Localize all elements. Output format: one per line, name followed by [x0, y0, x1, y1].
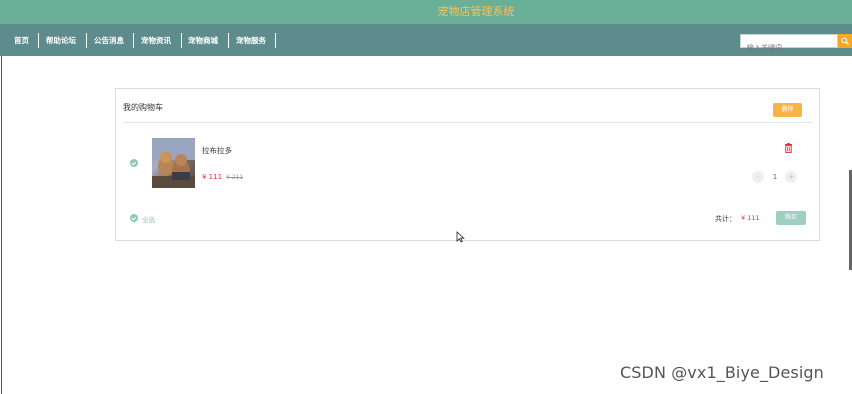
nav-item-pet-news[interactable]: 宠物资讯: [141, 35, 171, 47]
search-icon: [841, 37, 849, 45]
search-input[interactable]: [741, 42, 837, 54]
nav-separator: [181, 33, 182, 48]
total-label: 共计：: [715, 215, 736, 223]
buy-button[interactable]: 购买: [776, 211, 806, 225]
watermark: CSDN @vx1_Biye_Design: [620, 363, 824, 382]
nav-separator: [275, 33, 276, 48]
nav-item-pet-mall[interactable]: 宠物商城: [188, 35, 218, 47]
nav-item-forum[interactable]: 帮助论坛: [46, 35, 76, 47]
title-bar: 宠物店管理系统: [0, 0, 852, 24]
select-all-checkbox[interactable]: [130, 214, 138, 222]
mouse-pointer-icon: [456, 231, 465, 243]
search-field: [740, 34, 838, 54]
quantity-value: 1: [772, 173, 778, 181]
item-checkbox[interactable]: [130, 159, 138, 167]
main-nav: 首页 帮助论坛 公告消息 宠物资讯 宠物商城 宠物服务: [0, 24, 852, 56]
divider: [123, 122, 813, 123]
shopping-cart-panel: 我的购物车 删除 拉布拉多 ¥ 111 ¥ 211 - 1 + 全选 共计： ¥…: [115, 88, 820, 241]
original-price: ¥ 211: [226, 174, 244, 181]
total-value: ¥ 111: [741, 214, 760, 222]
nav-separator: [86, 33, 87, 48]
nav-separator: [38, 33, 39, 48]
quantity-increase-button[interactable]: +: [785, 171, 797, 183]
nav-item-pet-services[interactable]: 宠物服务: [236, 35, 266, 47]
select-all-label[interactable]: 全选: [142, 214, 155, 224]
dog-photo: [152, 138, 195, 188]
cart-title: 我的购物车: [123, 103, 163, 112]
quantity-decrease-button[interactable]: -: [752, 171, 764, 183]
product-price: ¥ 111: [202, 173, 223, 181]
nav-item-announcements[interactable]: 公告消息: [94, 35, 124, 47]
delete-selected-button[interactable]: 删除: [773, 103, 802, 117]
nav-item-home[interactable]: 首页: [14, 35, 29, 47]
product-image: [152, 138, 195, 188]
search-button[interactable]: [838, 34, 852, 48]
nav-separator: [133, 33, 134, 48]
trash-icon[interactable]: [784, 143, 793, 153]
window-left-edge: [0, 0, 2, 394]
site-title: 宠物店管理系统: [437, 5, 515, 18]
nav-separator: [228, 33, 229, 48]
product-name[interactable]: 拉布拉多: [202, 145, 232, 156]
